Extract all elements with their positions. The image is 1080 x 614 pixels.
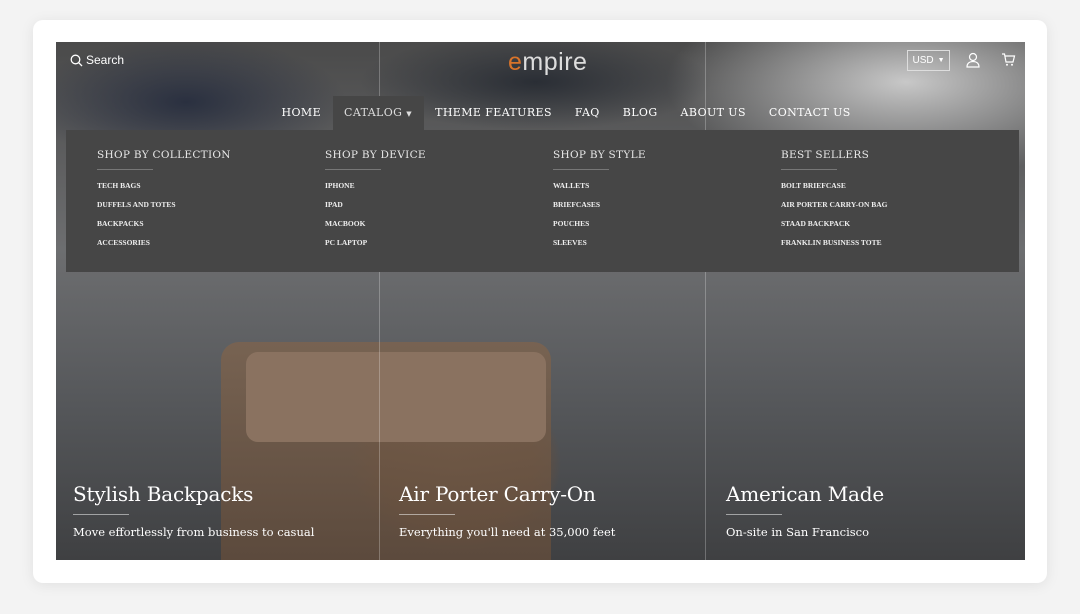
currency-select[interactable]: USD ▼ xyxy=(907,50,950,71)
column-title[interactable]: SHOP BY DEVICE xyxy=(325,149,553,161)
nav-blog[interactable]: BLOG xyxy=(611,96,669,130)
caret-down-icon: ▼ xyxy=(937,57,945,64)
menu-item[interactable]: FRANKLIN BUSINESS TOTE xyxy=(781,238,1009,247)
column-title[interactable]: SHOP BY COLLECTION xyxy=(97,149,325,161)
nav-home[interactable]: HOME xyxy=(270,96,333,130)
menu-item[interactable]: IPHONE xyxy=(325,181,553,190)
nav-catalog[interactable]: CATALOG ▼ xyxy=(332,96,424,130)
panel-subtitle: Move effortlessly from business to casua… xyxy=(73,525,315,539)
menu-item[interactable]: DUFFELS AND TOTES xyxy=(97,200,325,209)
caret-down-icon: ▼ xyxy=(406,110,413,118)
menu-item[interactable]: BOLT BRIEFCASE xyxy=(781,181,1009,190)
divider xyxy=(399,514,455,515)
search-icon xyxy=(70,54,83,66)
panel-title: Stylish Backpacks xyxy=(73,482,254,506)
currency-value: USD xyxy=(912,55,934,66)
menu-item[interactable]: PC LAPTOP xyxy=(325,238,553,247)
account-icon[interactable] xyxy=(965,52,981,72)
logo-text: mpire xyxy=(522,48,588,76)
column-title[interactable]: SHOP BY STYLE xyxy=(553,149,781,161)
nav-theme-features[interactable]: THEME FEATURES xyxy=(424,96,564,130)
divider xyxy=(553,169,609,170)
panel-stylish-backpacks[interactable]: Stylish Backpacks Move effortlessly from … xyxy=(73,482,314,539)
menu-item[interactable]: SLEEVES xyxy=(553,238,781,247)
search-label: Search xyxy=(86,53,125,67)
nav-contact-us[interactable]: CONTACT US xyxy=(757,96,862,130)
panel-air-porter[interactable]: Air Porter Carry-On Everything you'll nee… xyxy=(399,482,615,539)
panel-subtitle: On-site in San Francisco xyxy=(726,525,870,539)
menu-item[interactable]: IPAD xyxy=(325,200,553,209)
divider xyxy=(781,169,837,170)
menu-item[interactable]: BACKPACKS xyxy=(97,219,325,228)
logo[interactable]: empire xyxy=(508,48,587,77)
dropdown-column: BEST SELLERS BOLT BRIEFCASE AIR PORTER CAR… xyxy=(781,149,1009,272)
main-nav: HOME CATALOG ▼ THEME FEATURES FAQ BLOG A… xyxy=(270,96,862,130)
nav-catalog-label: CATALOG xyxy=(344,106,403,119)
panel-title: American Made xyxy=(726,482,885,506)
divider xyxy=(73,514,129,515)
panel-title: Air Porter Carry-On xyxy=(399,482,596,506)
divider xyxy=(325,169,381,170)
cart-icon[interactable] xyxy=(1001,52,1016,71)
menu-item[interactable]: TECH BAGS xyxy=(97,181,325,190)
dropdown-column: SHOP BY COLLECTION TECH BAGS DUFFELS AND T… xyxy=(97,149,325,272)
column-title[interactable]: BEST SELLERS xyxy=(781,149,1009,161)
panel-subtitle: Everything you'll need at 35,000 feet xyxy=(399,525,616,539)
menu-item[interactable]: STAAD BACKPACK xyxy=(781,219,1009,228)
menu-item[interactable]: WALLETS xyxy=(553,181,781,190)
menu-item[interactable]: AIR PORTER CARRY-ON BAG xyxy=(781,200,1009,209)
divider xyxy=(97,169,153,170)
divider xyxy=(726,514,782,515)
dropdown-column: SHOP BY DEVICE IPHONE IPAD MACBOOK PC LAPTOP xyxy=(325,149,553,272)
menu-item[interactable]: BRIEFCASES xyxy=(553,200,781,209)
bag-flap-image xyxy=(246,352,546,442)
menu-item[interactable]: ACCESSORIES xyxy=(97,238,325,247)
nav-faq[interactable]: FAQ xyxy=(563,96,611,130)
nav-about-us[interactable]: ABOUT US xyxy=(669,96,757,130)
panel-american-made[interactable]: American Made On-site in San Francisco xyxy=(726,482,884,539)
logo-accent: e xyxy=(508,48,523,76)
menu-item[interactable]: MACBOOK xyxy=(325,219,553,228)
catalog-dropdown: SHOP BY COLLECTION TECH BAGS DUFFELS AND T… xyxy=(66,130,1019,272)
hero-banner: Search empire USD ▼ HOME CATALOG ▼ THEME … xyxy=(56,42,1025,560)
search-button[interactable]: Search xyxy=(70,53,124,67)
menu-item[interactable]: POUCHES xyxy=(553,219,781,228)
dropdown-column: SHOP BY STYLE WALLETS BRIEFCASES POUCHES SLE… xyxy=(553,149,781,272)
